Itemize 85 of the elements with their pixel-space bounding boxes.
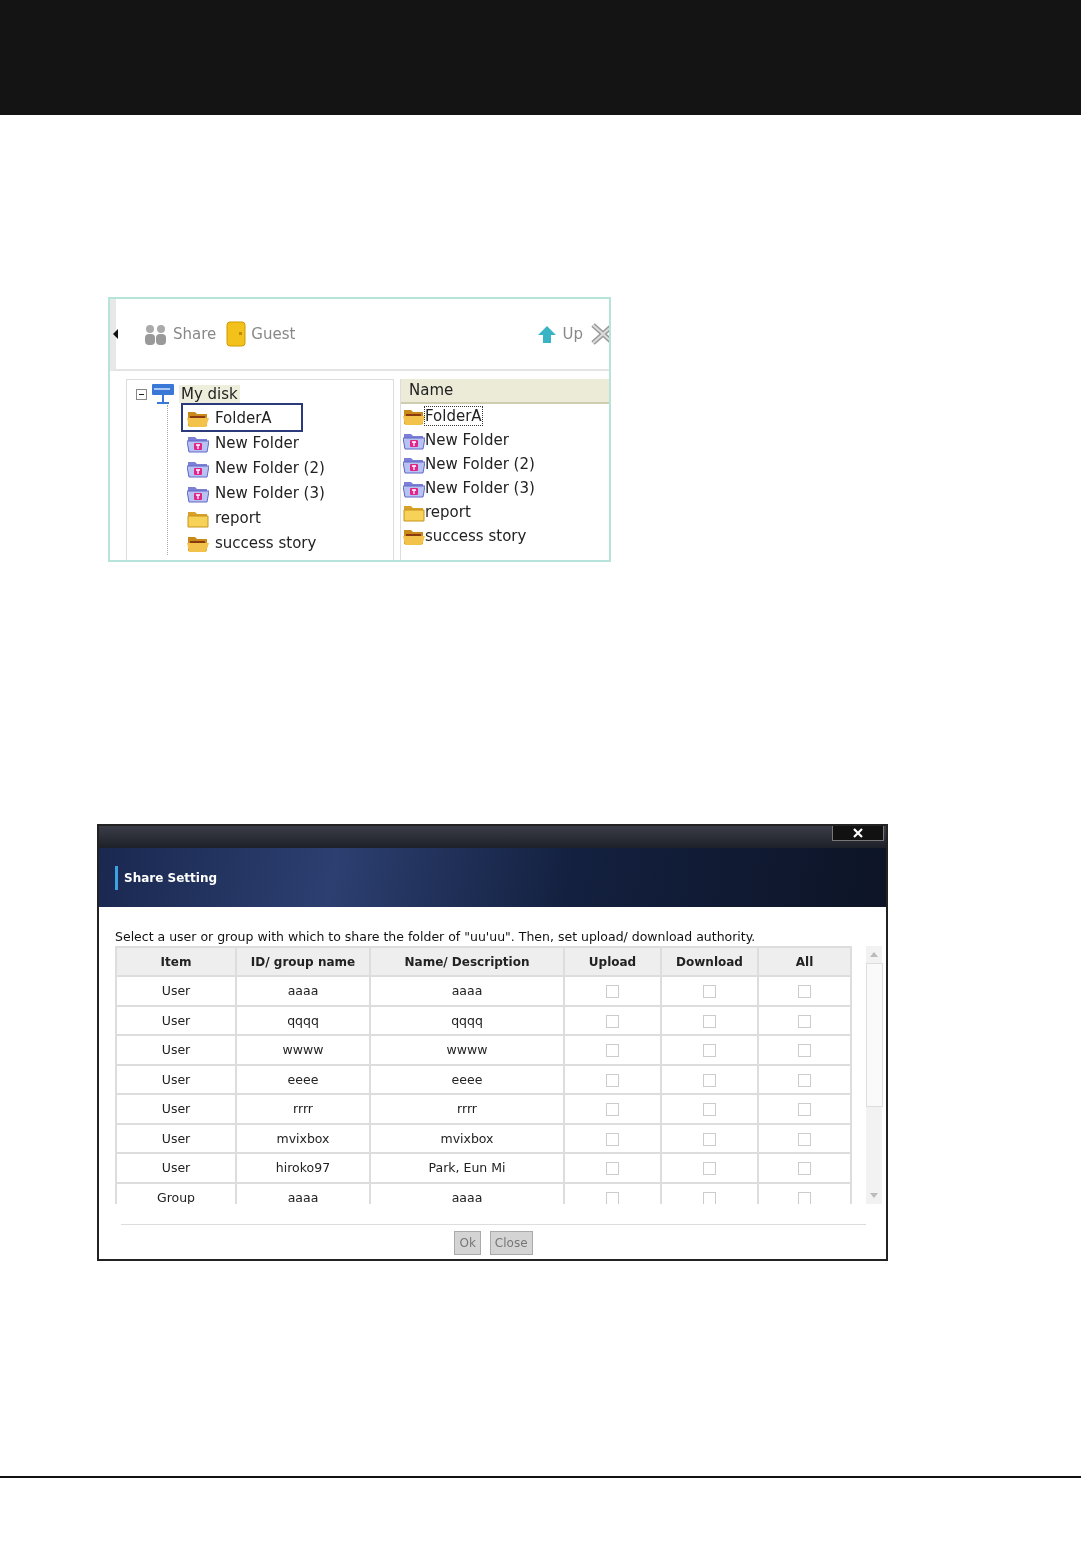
checkbox[interactable] xyxy=(798,1044,811,1058)
instruction-text: Select a user or group with which to share the folder of "uu'uu". Then, set upload/ download authority. xyxy=(115,929,757,946)
checkbox[interactable] xyxy=(703,1014,716,1028)
table-cell: eeee xyxy=(236,1064,370,1094)
toolbar-button[interactable]: Up xyxy=(537,324,583,344)
checkbox[interactable] xyxy=(606,1103,619,1117)
checkbox[interactable] xyxy=(606,1073,619,1087)
checkbox[interactable] xyxy=(798,1073,811,1087)
checkbox[interactable] xyxy=(798,1014,811,1028)
checkbox[interactable] xyxy=(606,985,619,999)
toolbar-button[interactable]: Share xyxy=(143,322,217,346)
checkbox[interactable] xyxy=(703,1162,716,1176)
close-button[interactable] xyxy=(832,826,884,841)
toolbar-button[interactable]: Guest xyxy=(226,321,296,347)
accent-bar xyxy=(115,865,118,890)
people-icon xyxy=(143,322,168,346)
table-cell: aaaa xyxy=(370,976,564,1006)
checkbox[interactable] xyxy=(703,1191,716,1204)
table-cell: wwww xyxy=(236,1035,370,1065)
checkbox[interactable] xyxy=(798,1103,811,1117)
tree-item[interactable]: New Folder (3) xyxy=(183,480,393,505)
tree-item[interactable]: success story xyxy=(183,530,393,555)
column-header: Download xyxy=(661,947,758,976)
tree-item[interactable]: My disk xyxy=(179,385,240,403)
checkbox[interactable] xyxy=(703,1103,716,1117)
scroll-down-icon xyxy=(870,1193,878,1198)
column-header: Name/ Description xyxy=(370,947,564,976)
table-cell: User xyxy=(116,1153,236,1183)
tree-item[interactable]: New Folder (2) xyxy=(183,455,393,480)
table-cell: User xyxy=(116,1035,236,1065)
column-header: Upload xyxy=(564,947,661,976)
column-header: Item xyxy=(116,947,236,976)
door-icon xyxy=(226,321,247,347)
table-cell: mvixbox xyxy=(236,1123,370,1153)
scroll-up-icon xyxy=(870,952,878,957)
table-cell: Park, Eun Mi xyxy=(370,1153,564,1183)
table-cell: User xyxy=(116,1005,236,1035)
table-cell: eeee xyxy=(370,1064,564,1094)
file-item[interactable]: New Folder (3) xyxy=(425,479,535,497)
dialog-title: Share Setting xyxy=(124,870,218,885)
table-cell: User xyxy=(116,1123,236,1153)
column-header[interactable]: Name xyxy=(401,379,609,404)
file-item[interactable]: New Folder xyxy=(425,431,509,449)
table-cell: aaaa xyxy=(236,976,370,1006)
table-cell: User xyxy=(116,1064,236,1094)
table-cell: qqqq xyxy=(236,1005,370,1035)
checkbox[interactable] xyxy=(606,1044,619,1058)
checkbox[interactable] xyxy=(798,1191,811,1204)
table-cell: User xyxy=(116,1094,236,1124)
checkbox[interactable] xyxy=(703,1073,716,1087)
checkbox[interactable] xyxy=(798,985,811,999)
scroll-thumb[interactable] xyxy=(865,963,883,1107)
checkbox[interactable] xyxy=(606,1162,619,1176)
table-cell: rrrr xyxy=(236,1094,370,1124)
table-cell: Group xyxy=(116,1182,236,1204)
column-header: ID/ group name xyxy=(236,947,370,976)
table-cell: rrrr xyxy=(370,1094,564,1124)
checkbox[interactable] xyxy=(703,1044,716,1058)
checkbox[interactable] xyxy=(703,985,716,999)
checkbox[interactable] xyxy=(703,1132,716,1146)
collapse-arrow-icon xyxy=(113,329,119,339)
checkbox[interactable] xyxy=(606,1191,619,1204)
tree-item[interactable]: report xyxy=(183,505,393,530)
tree-item[interactable]: New Folder xyxy=(183,430,393,455)
close-icon[interactable] xyxy=(591,323,609,345)
checkbox[interactable] xyxy=(798,1162,811,1176)
file-item[interactable]: FolderA xyxy=(425,407,482,425)
close-icon xyxy=(853,828,863,838)
scrollbar[interactable] xyxy=(866,946,882,1204)
tree-item[interactable]: FolderA xyxy=(183,405,301,430)
table-cell: qqqq xyxy=(370,1005,564,1035)
drive-icon xyxy=(151,383,175,405)
column-header: All xyxy=(758,947,851,976)
table-cell: User xyxy=(116,976,236,1006)
collapse-icon[interactable] xyxy=(136,388,147,400)
checkbox[interactable] xyxy=(798,1132,811,1146)
table-cell: mvixbox xyxy=(370,1123,564,1153)
file-item[interactable]: report xyxy=(425,503,471,521)
up-arrow-icon xyxy=(537,324,558,344)
file-item[interactable]: New Folder (2) xyxy=(425,455,535,473)
checkbox[interactable] xyxy=(606,1014,619,1028)
checkbox[interactable] xyxy=(606,1132,619,1146)
file-item[interactable]: success story xyxy=(425,527,527,545)
table-cell: hiroko97 xyxy=(236,1153,370,1183)
table-cell: wwww xyxy=(370,1035,564,1065)
